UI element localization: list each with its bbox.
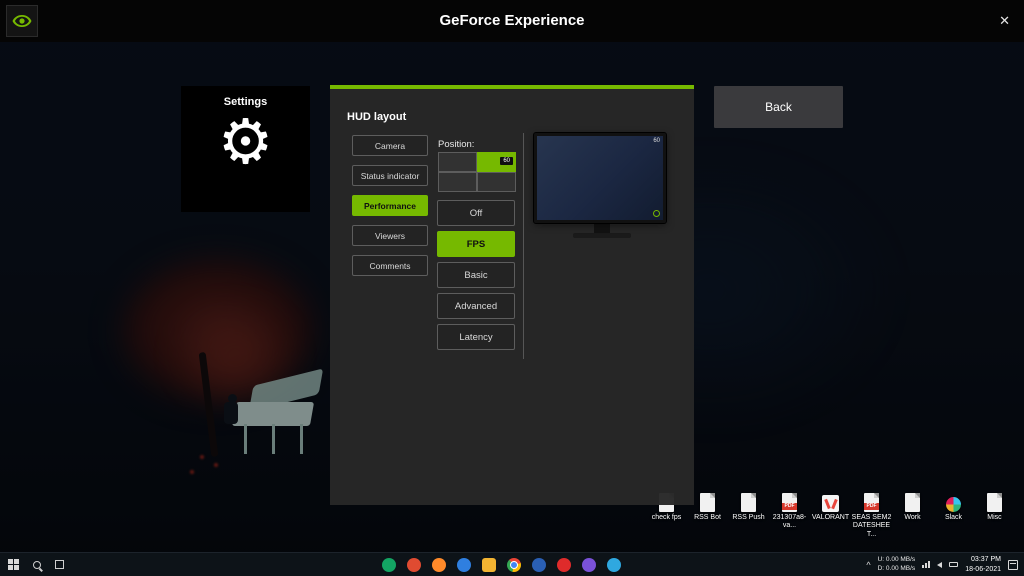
desktop-icon-row: check fps RSS Bot RSS Push 231307a8-va..… bbox=[646, 490, 1018, 539]
file-icon bbox=[700, 493, 715, 512]
monitor-screen: 60 bbox=[534, 133, 666, 223]
position-cell-top-left[interactable] bbox=[438, 152, 477, 172]
action-center-icon[interactable] bbox=[1008, 560, 1018, 570]
mode-off-button[interactable]: Off bbox=[437, 200, 515, 226]
hud-tab-status-indicator[interactable]: Status indicator bbox=[352, 165, 428, 186]
slack-icon bbox=[946, 497, 961, 512]
taskbar-pinned-apps bbox=[382, 558, 621, 572]
settings-label: Settings bbox=[224, 96, 267, 108]
volume-icon[interactable] bbox=[937, 562, 942, 568]
mode-fps-button[interactable]: FPS bbox=[437, 231, 515, 257]
hud-mode-buttons: Off FPS Basic Advanced Latency bbox=[437, 200, 515, 350]
position-label: Position: bbox=[438, 139, 474, 150]
mode-latency-button[interactable]: Latency bbox=[437, 324, 515, 350]
taskbar-app-icon[interactable] bbox=[607, 558, 621, 572]
close-icon[interactable]: ✕ bbox=[999, 13, 1010, 29]
taskbar-left-group bbox=[8, 559, 64, 570]
search-icon[interactable] bbox=[33, 561, 41, 569]
chrome-icon[interactable] bbox=[507, 558, 521, 572]
hud-layout-panel: HUD layout Camera Status indicator Perfo… bbox=[330, 85, 694, 505]
network-speed-widget: U: 0.00 MB/s D: 0.00 MB/s bbox=[878, 556, 916, 572]
desktop-icon-rss-push[interactable]: RSS Push bbox=[728, 490, 769, 539]
tray-expand-icon[interactable]: ^ bbox=[866, 560, 870, 570]
desktop-icon-valorant[interactable]: VALORANT bbox=[810, 490, 851, 539]
mode-basic-button[interactable]: Basic bbox=[437, 262, 515, 288]
file-icon bbox=[741, 493, 756, 512]
vertical-divider bbox=[523, 133, 524, 359]
firefox-icon[interactable] bbox=[432, 558, 446, 572]
back-button[interactable]: Back bbox=[714, 86, 843, 128]
hud-tabs: Camera Status indicator Performance View… bbox=[352, 135, 428, 276]
monitor-fps-counter: 60 bbox=[653, 138, 660, 144]
desktop-icon-seas-sem2[interactable]: SEAS SEM2 DATESHEET... bbox=[851, 490, 892, 539]
folder-icon[interactable] bbox=[482, 558, 496, 572]
monitor-stand bbox=[594, 223, 610, 233]
settings-card[interactable]: Settings ⚙ bbox=[181, 86, 310, 212]
task-view-icon[interactable] bbox=[55, 560, 64, 569]
panel-heading: HUD layout bbox=[347, 111, 406, 123]
taskbar: ^ U: 0.00 MB/s D: 0.00 MB/s 03:37 PM 18-… bbox=[0, 552, 1024, 576]
date-text: 18-06-2021 bbox=[965, 565, 1001, 574]
time-text: 03:37 PM bbox=[971, 555, 1001, 564]
hud-tab-performance[interactable]: Performance bbox=[352, 195, 428, 216]
desktop-icon-slack[interactable]: Slack bbox=[933, 490, 974, 539]
mode-advanced-button[interactable]: Advanced bbox=[437, 293, 515, 319]
hud-tab-viewers[interactable]: Viewers bbox=[352, 225, 428, 246]
position-cell-bottom-left[interactable] bbox=[438, 172, 477, 192]
pdf-icon bbox=[782, 493, 797, 512]
pdf-icon bbox=[864, 493, 879, 512]
desktop-icon-work[interactable]: Work bbox=[892, 490, 933, 539]
taskbar-app-icon[interactable] bbox=[407, 558, 421, 572]
valorant-icon bbox=[822, 495, 839, 512]
taskbar-app-icon[interactable] bbox=[532, 558, 546, 572]
taskbar-app-icon[interactable] bbox=[582, 558, 596, 572]
file-icon bbox=[905, 493, 920, 512]
monitor-base bbox=[573, 233, 631, 238]
taskbar-app-icon[interactable] bbox=[557, 558, 571, 572]
taskbar-app-icon[interactable] bbox=[457, 558, 471, 572]
download-speed: D: 0.00 MB/s bbox=[878, 565, 916, 573]
clock-widget[interactable]: 03:37 PM 18-06-2021 bbox=[965, 555, 1001, 573]
monitor-preview: 60 bbox=[534, 133, 670, 238]
taskbar-app-icon[interactable] bbox=[382, 558, 396, 572]
position-grid: 60 bbox=[438, 152, 516, 192]
monitor-status-icon bbox=[653, 210, 660, 217]
hud-tab-comments[interactable]: Comments bbox=[352, 255, 428, 276]
position-cell-top-right[interactable]: 60 bbox=[477, 152, 516, 172]
upload-speed: U: 0.00 MB/s bbox=[878, 556, 916, 564]
battery-icon[interactable] bbox=[949, 562, 958, 567]
hud-tab-camera[interactable]: Camera bbox=[352, 135, 428, 156]
desktop-icon-pdf-file[interactable]: 231307a8-va... bbox=[769, 490, 810, 539]
app-title: GeForce Experience bbox=[0, 12, 1024, 29]
network-icon[interactable] bbox=[922, 561, 930, 568]
position-cell-bottom-right[interactable] bbox=[477, 172, 516, 192]
desktop-icon-misc[interactable]: Misc bbox=[974, 490, 1015, 539]
position-fps-badge: 60 bbox=[500, 157, 513, 165]
title-bar: GeForce Experience ✕ bbox=[0, 0, 1024, 42]
taskbar-system-tray: ^ U: 0.00 MB/s D: 0.00 MB/s 03:37 PM 18-… bbox=[866, 555, 1018, 573]
start-button-icon[interactable] bbox=[8, 559, 19, 570]
gear-icon: ⚙ bbox=[218, 112, 274, 174]
file-icon bbox=[987, 493, 1002, 512]
